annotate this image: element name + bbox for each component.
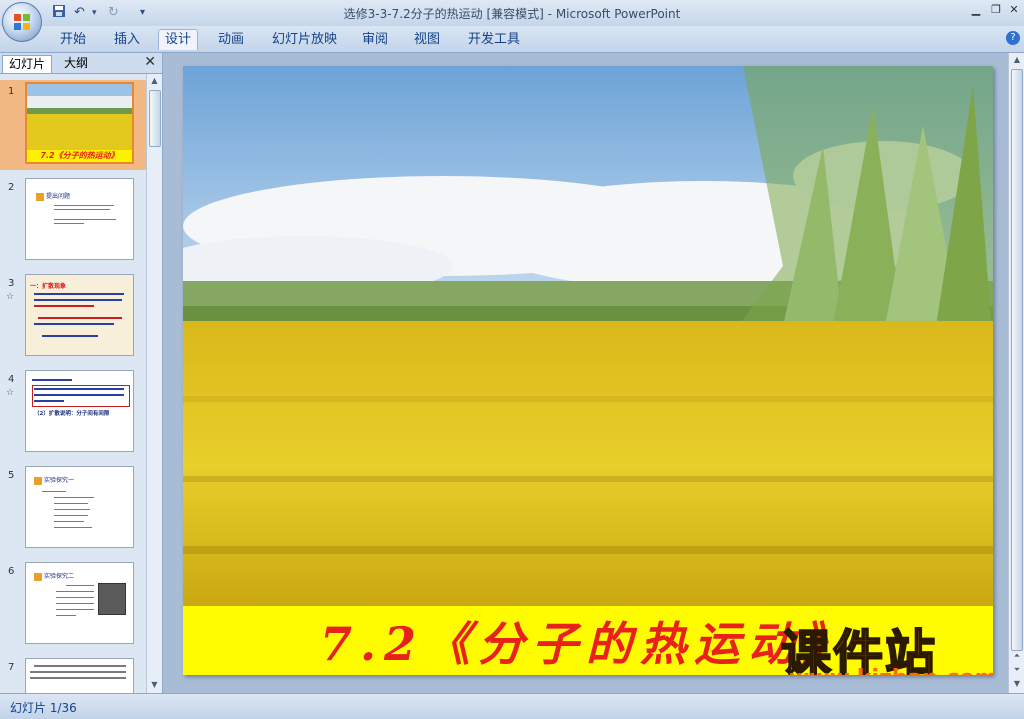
office-logo-icon — [14, 14, 30, 30]
slide-thumbnail[interactable]: 7.2《分子的热运动》 — [25, 82, 134, 164]
panel-close-icon[interactable]: ✕ — [144, 54, 156, 70]
slide-thumbnail[interactable]: （2）扩散说明：分子间有间隙 — [25, 370, 134, 452]
restore-icon[interactable]: ❐ — [988, 2, 1004, 18]
tab-animations[interactable]: 动画 — [212, 30, 250, 50]
slide-editing-area: 7.2《分子的热运动》 课件站 www.kjzhan.com — [163, 53, 1008, 693]
close-icon[interactable]: ✕ — [1006, 2, 1022, 18]
ribbon-tabs: 开始 插入 设计 动画 幻灯片放映 审阅 视图 开发工具 ? — [0, 26, 1024, 53]
slide-number: 3 — [8, 278, 15, 289]
tab-outline[interactable]: 大纲 — [58, 55, 94, 72]
tab-home[interactable]: 开始 — [54, 30, 92, 50]
office-button[interactable] — [2, 2, 42, 42]
rapeseed-field-image — [183, 66, 993, 606]
slide-number: 1 — [8, 86, 15, 97]
bullet-icon — [34, 573, 42, 581]
slide-thumb-row[interactable]: 7 — [0, 656, 146, 693]
slide-thumb-row[interactable]: 3 ☆ 一：扩散现象 — [0, 272, 146, 362]
bullet-icon — [34, 477, 42, 485]
tab-review[interactable]: 审阅 — [356, 30, 394, 50]
slide-number: 7 — [8, 662, 15, 673]
animation-icon: ☆ — [6, 292, 15, 302]
panel-tabs: 幻灯片 大纲 ✕ — [0, 53, 162, 74]
scroll-down-icon[interactable]: ▼ — [1009, 677, 1024, 691]
next-slide-icon[interactable]: ⏷ — [1009, 663, 1024, 677]
scroll-down-icon[interactable]: ▼ — [147, 678, 162, 692]
thumb-title: 7.2《分子的热运动》 — [40, 151, 119, 160]
thumb-title: 实验探究一 — [44, 477, 75, 484]
slide-number: 4 — [8, 374, 15, 385]
thumb-title: 实验探究二 — [44, 573, 75, 580]
slide-thumbnail[interactable]: 提出问题 — [25, 178, 134, 260]
help-icon[interactable]: ? — [1006, 31, 1020, 45]
tab-insert[interactable]: 插入 — [108, 30, 146, 50]
tab-design[interactable]: 设计 — [158, 29, 199, 50]
slide-thumbnail[interactable]: 一：扩散现象 — [25, 274, 134, 356]
prev-slide-icon[interactable]: ⏶ — [1009, 649, 1024, 663]
slide-thumb-row[interactable]: 6 实验探究二 — [0, 560, 146, 650]
slide-thumb-row[interactable]: 1 7.2《分子的热运动》 — [0, 80, 146, 170]
portrait-image — [98, 583, 126, 615]
watermark-url: www.kjzhan.com — [789, 666, 993, 675]
scroll-up-icon[interactable]: ▲ — [147, 74, 162, 88]
tab-slideshow[interactable]: 幻灯片放映 — [266, 30, 343, 50]
slide-number: 5 — [8, 470, 15, 481]
animation-icon: ☆ — [6, 388, 15, 398]
current-slide[interactable]: 7.2《分子的热运动》 课件站 www.kjzhan.com — [183, 66, 993, 675]
slide-thumbnails: 1 7.2《分子的热运动》 2 提出问题 3 ☆ 一：扩散现象 4 ☆ （2）扩… — [0, 74, 146, 693]
thumbnails-scrollbar[interactable]: ▲ ▼ — [146, 74, 162, 693]
tab-developer[interactable]: 开发工具 — [462, 30, 526, 50]
slide-thumb-row[interactable]: 4 ☆ （2）扩散说明：分子间有间隙 — [0, 368, 146, 458]
scrollbar-thumb[interactable] — [149, 90, 161, 147]
window-title: 选修3-3-7.2分子的热运动 [兼容模式] - Microsoft Power… — [343, 7, 681, 21]
status-bar: 幻灯片 1/36 — [0, 693, 1024, 719]
title-bar: ↶ ▾ ↻ ▾ 选修3-3-7.2分子的热运动 [兼容模式] - Microso… — [0, 0, 1024, 42]
thumb-title: 提出问题 — [46, 193, 71, 200]
scroll-up-icon[interactable]: ▲ — [1009, 53, 1024, 67]
thumb-title: 一：扩散现象 — [30, 283, 67, 290]
slide-thumbnail[interactable] — [25, 658, 134, 693]
slides-panel: 幻灯片 大纲 ✕ 1 7.2《分子的热运动》 2 提出问题 3 ☆ 一：扩散现象… — [0, 53, 163, 693]
slide-number: 2 — [8, 182, 15, 193]
bullet-icon — [36, 193, 44, 201]
slide-thumbnail[interactable]: 实验探究一 — [25, 466, 134, 548]
slide-thumb-row[interactable]: 5 实验探究一 — [0, 464, 146, 554]
scrollbar-thumb[interactable] — [1011, 69, 1023, 651]
slide-number: 6 — [8, 566, 15, 577]
slide-thumbnail[interactable]: 实验探究二 — [25, 562, 134, 644]
slide-thumb-row[interactable]: 2 提出问题 — [0, 176, 146, 266]
thumb-title: （2）扩散说明：分子间有间隙 — [34, 411, 110, 417]
tab-view[interactable]: 视图 — [408, 30, 446, 50]
slide-counter: 幻灯片 1/36 — [10, 701, 77, 715]
tab-slides[interactable]: 幻灯片 — [2, 55, 53, 73]
slide-scrollbar[interactable]: ▲ ⏶ ⏷ ▼ — [1008, 53, 1024, 693]
minimize-icon[interactable]: ▁ — [968, 2, 984, 18]
